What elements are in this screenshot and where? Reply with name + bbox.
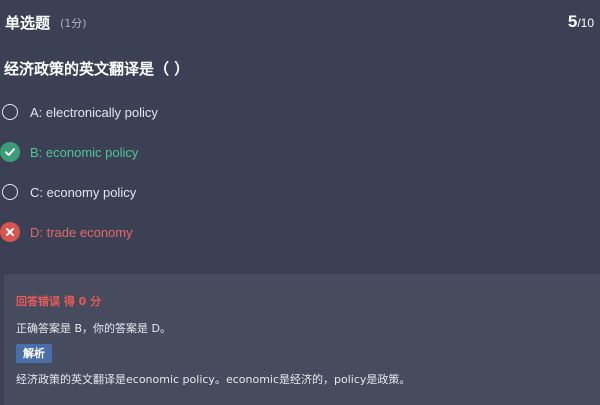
radio-empty-icon bbox=[2, 184, 18, 200]
result-status: 回答错误 得 0 分 bbox=[16, 295, 102, 308]
question-text: 经济政策的英文翻译是（ ） bbox=[4, 60, 190, 78]
explanation-text: 经济政策的英文翻译是economic policy。economic是经济的，p… bbox=[16, 373, 411, 386]
option-a[interactable]: A: electronically policy bbox=[0, 92, 600, 132]
option-c-label: C: economy policy bbox=[30, 184, 137, 200]
radio-empty-icon bbox=[2, 104, 18, 120]
question-header: 单选题 (1分) 5 /10 bbox=[5, 10, 594, 34]
correct-answer-line: 正确答案是 B，你的答案是 D。 bbox=[16, 322, 172, 335]
counter-total: /10 bbox=[577, 16, 594, 30]
question-score: (1分) bbox=[60, 17, 87, 30]
question-counter: 5 /10 bbox=[568, 12, 594, 32]
option-d-label: D: trade economy bbox=[30, 224, 133, 240]
option-b[interactable]: B: economic policy bbox=[0, 132, 600, 172]
options-list: A: electronically policy B: economic pol… bbox=[0, 92, 600, 252]
quiz-page: 单选题 (1分) 5 /10 经济政策的英文翻译是（ ） A: electron… bbox=[0, 0, 600, 405]
option-c[interactable]: C: economy policy bbox=[0, 172, 600, 212]
check-circle-icon bbox=[0, 142, 20, 162]
option-d[interactable]: D: trade economy bbox=[0, 212, 600, 252]
option-a-label: A: electronically policy bbox=[30, 104, 158, 120]
x-circle-icon bbox=[0, 222, 20, 242]
option-b-label: B: economic policy bbox=[30, 144, 139, 160]
question-type-label: 单选题 bbox=[5, 13, 51, 32]
answer-analysis-panel: 回答错误 得 0 分 正确答案是 B，你的答案是 D。 解析 经济政策的英文翻译… bbox=[4, 274, 600, 405]
analysis-button[interactable]: 解析 bbox=[16, 344, 52, 363]
counter-current: 5 bbox=[567, 12, 578, 31]
